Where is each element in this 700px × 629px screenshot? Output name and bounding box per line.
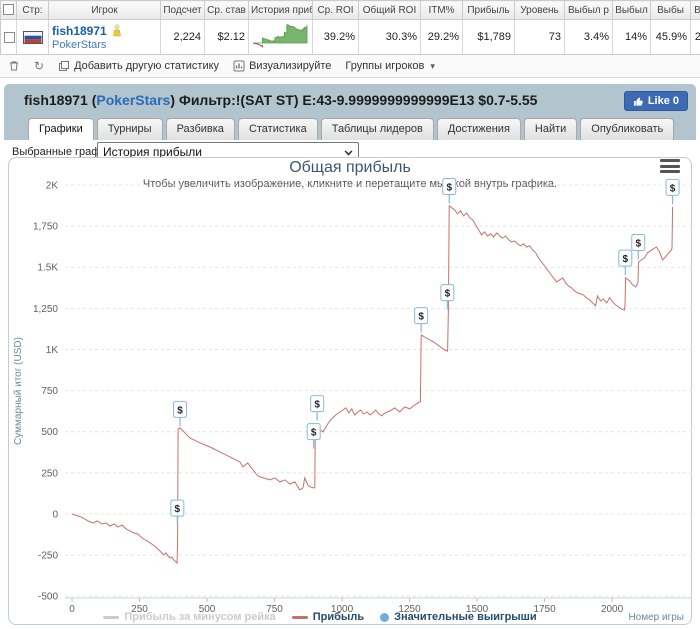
- legend-item-0[interactable]: Прибыль за минусом рейка: [103, 611, 275, 623]
- significant-win-marker[interactable]: $: [441, 285, 454, 310]
- significant-win-marker[interactable]: $: [632, 234, 645, 259]
- svg-text:750: 750: [41, 386, 58, 397]
- legend-label-2: Значительные выигрыши: [394, 611, 537, 623]
- svg-text:1.5K: 1.5K: [37, 263, 58, 274]
- svg-text:500: 500: [41, 427, 58, 438]
- significant-win-marker[interactable]: $: [171, 500, 184, 525]
- chart-legend: Прибыль за минусом рейка Прибыль Значитель…: [0, 611, 640, 623]
- legend-line-icon: [103, 616, 119, 619]
- legend-item-2[interactable]: Значительные выигрыши: [380, 611, 537, 623]
- svg-text:$: $: [311, 428, 317, 439]
- legend-label-1: Прибыль: [313, 611, 364, 623]
- svg-text:$: $: [446, 183, 452, 194]
- svg-text:1,250: 1,250: [33, 304, 58, 315]
- svg-text:$: $: [445, 289, 451, 300]
- legend-label-0: Прибыль за минусом рейка: [124, 611, 275, 623]
- svg-text:$: $: [177, 405, 183, 416]
- svg-text:2K: 2K: [46, 181, 59, 192]
- svg-text:-500: -500: [38, 592, 58, 603]
- sharkscope-player-page: Стр:ИгрокПодсчетСр. ставИстория прибСр. …: [0, 0, 700, 629]
- significant-win-marker[interactable]: $: [174, 401, 187, 426]
- profit-chart-plot[interactable]: -500-25002505007501K1,2501.5K1,7502K0250…: [0, 0, 700, 629]
- significant-win-marker[interactable]: $: [311, 396, 324, 421]
- svg-text:$: $: [418, 312, 424, 323]
- svg-text:-250: -250: [38, 551, 58, 562]
- svg-text:Суммарный итог (USD): Суммарный итог (USD): [13, 337, 24, 445]
- svg-text:1K: 1K: [46, 345, 59, 356]
- svg-text:1,750: 1,750: [33, 222, 58, 233]
- significant-win-marker[interactable]: $: [415, 308, 428, 333]
- svg-text:$: $: [635, 238, 641, 249]
- x-axis-title: Номер игры: [628, 612, 684, 623]
- significant-win-marker[interactable]: $: [666, 179, 679, 204]
- legend-line-icon: [292, 616, 308, 619]
- svg-text:$: $: [670, 183, 676, 194]
- svg-text:250: 250: [41, 468, 58, 479]
- legend-item-1[interactable]: Прибыль: [292, 611, 364, 623]
- svg-text:$: $: [175, 504, 181, 515]
- svg-text:$: $: [314, 400, 320, 411]
- svg-text:0: 0: [52, 509, 58, 520]
- significant-win-marker[interactable]: $: [619, 250, 632, 275]
- svg-text:$: $: [623, 254, 629, 265]
- legend-dot-icon: [380, 613, 389, 622]
- significant-win-marker[interactable]: $: [307, 424, 320, 449]
- significant-win-marker[interactable]: $: [443, 179, 456, 204]
